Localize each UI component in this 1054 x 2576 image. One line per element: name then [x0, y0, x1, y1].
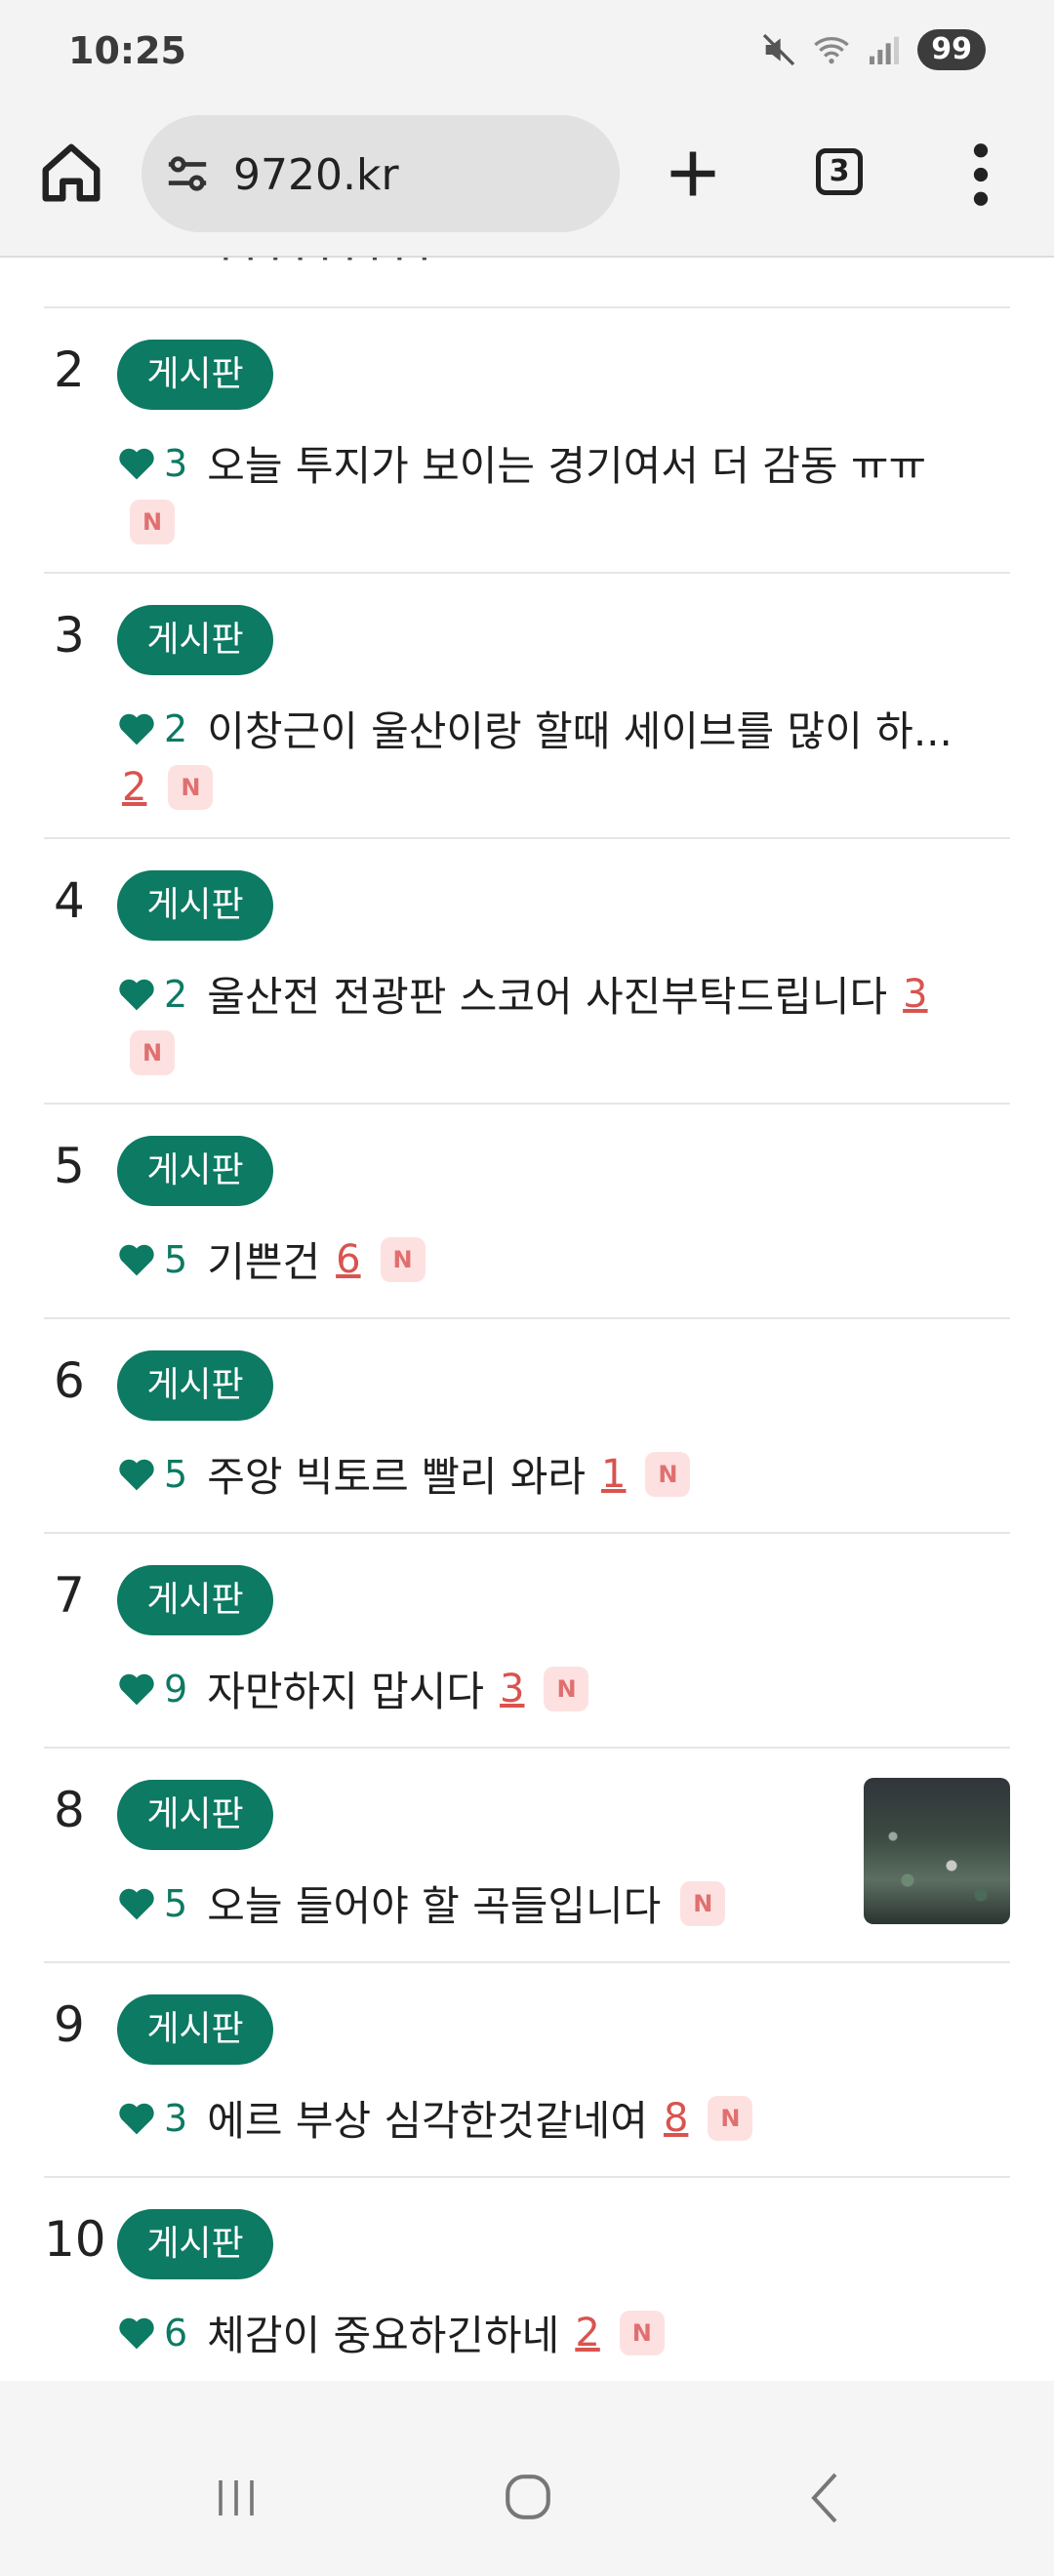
- category-badge[interactable]: 게시판: [117, 1136, 273, 1206]
- status-bar: 10:25 99: [0, 0, 1054, 109]
- category-badge[interactable]: 게시판: [117, 340, 273, 410]
- new-badge: N: [168, 765, 214, 810]
- post-title[interactable]: 에르 부상 심각한것같네여: [207, 2088, 648, 2148]
- list-item[interactable]: 9 게시판 3 에르 부상 심각한것같네여 8 N: [44, 1963, 1010, 2178]
- rank-number: 10: [44, 2211, 106, 2268]
- list-item[interactable]: 10 게시판 6 체감이 중요하긴하네 2 N: [44, 2178, 1010, 2393]
- list-item[interactable]: 6 게시판 5 주앙 빅토르 빨리 와라 1 N: [44, 1319, 1010, 1534]
- post-title[interactable]: 기쁜건: [207, 1229, 320, 1289]
- heart-icon: [119, 1459, 154, 1490]
- post-thumbnail[interactable]: [864, 1778, 1010, 1924]
- post-title[interactable]: 주앙 빅토르 빨리 와라: [207, 1444, 586, 1504]
- rank-number: 5: [54, 1138, 85, 1194]
- new-badge: N: [544, 1666, 589, 1711]
- heart-icon: [119, 713, 154, 745]
- more-menu-icon[interactable]: [966, 142, 995, 207]
- comment-count[interactable]: 6: [336, 1237, 360, 1282]
- new-badge: N: [130, 500, 175, 544]
- post-title[interactable]: 오늘 들어야 할 곡들입니다: [207, 1873, 661, 1933]
- rank-number: 2: [54, 342, 85, 398]
- like-count: 2: [164, 972, 188, 1016]
- list-item[interactable]: 5 게시판 5 기쁜건 6 N: [44, 1105, 1010, 1319]
- rank-number: 3: [54, 607, 85, 664]
- post-title[interactable]: 이창근이 울산이랑 할때 세이브를 많이 하...: [207, 699, 953, 758]
- tab-switcher-button[interactable]: 3: [816, 148, 863, 195]
- comment-count[interactable]: 8: [664, 2096, 688, 2141]
- like-count: 2: [164, 706, 188, 750]
- home-icon[interactable]: [37, 139, 105, 207]
- address-bar[interactable]: 9720.kr: [142, 115, 620, 232]
- heart-icon: [119, 2317, 154, 2349]
- system-nav-bar: [0, 2381, 1054, 2576]
- list-item[interactable]: 4 게시판 2 울산전 전광판 스코어 사진부탁드립니다 3 N: [44, 839, 1010, 1105]
- list-item[interactable]: 2 게시판 3 오늘 투지가 보이는 경기여서 더 감동 ㅠㅠ N: [44, 308, 1010, 574]
- new-badge: N: [380, 1236, 426, 1282]
- mute-icon: [763, 33, 795, 66]
- status-icons: 99: [759, 29, 986, 70]
- heart-icon: [119, 979, 154, 1010]
- recent-apps-icon[interactable]: [213, 2474, 260, 2522]
- new-badge: N: [680, 1880, 726, 1926]
- heart-icon: [119, 1888, 154, 1919]
- like-count: 3: [164, 441, 188, 485]
- home-nav-icon[interactable]: [504, 2471, 552, 2523]
- comment-count[interactable]: 1: [601, 1452, 626, 1497]
- post-title[interactable]: 울산전 전광판 스코어 사진부탁드립니다: [207, 964, 887, 1024]
- comment-count[interactable]: 2: [575, 2311, 599, 2355]
- post-title[interactable]: 오늘 투지가 보이는 경기여서 더 감동 ㅠㅠ: [207, 433, 926, 493]
- new-badge: N: [645, 1451, 691, 1497]
- category-badge[interactable]: 게시판: [117, 870, 273, 941]
- category-badge[interactable]: 게시판: [117, 2209, 273, 2279]
- post-title[interactable]: 자만하지 맙시다: [207, 1659, 484, 1718]
- heart-icon: [119, 2103, 154, 2134]
- post-title[interactable]: 체감이 중요하긴하네: [207, 2303, 559, 2362]
- heart-icon: [119, 1673, 154, 1705]
- wifi-icon: [814, 37, 850, 64]
- status-time: 10:25: [68, 29, 186, 72]
- comment-count[interactable]: 3: [903, 972, 927, 1017]
- list-item[interactable]: 7 게시판 9 자만하지 맙시다 3 N: [44, 1534, 1010, 1749]
- rank-number: 8: [54, 1782, 85, 1838]
- browser-toolbar: 9720.kr 3: [0, 109, 1054, 258]
- list-item[interactable]: 8 게시판 5 오늘 들어야 할 곡들입니다 N: [44, 1749, 1010, 1963]
- category-badge[interactable]: 게시판: [117, 1350, 273, 1421]
- back-icon[interactable]: [806, 2471, 841, 2525]
- new-badge: N: [619, 2310, 665, 2355]
- like-count: 5: [164, 1452, 188, 1496]
- list-item[interactable]: 3 게시판 2 이창근이 울산이랑 할때 세이브를 많이 하... 2 N: [44, 574, 1010, 839]
- like-count: 6: [164, 2311, 188, 2355]
- site-settings-icon[interactable]: [165, 154, 210, 193]
- category-badge[interactable]: 게시판: [117, 1565, 273, 1635]
- category-badge[interactable]: 게시판: [117, 1994, 273, 2065]
- new-badge: N: [130, 1030, 175, 1075]
- partial-list-item: · · · · · · · · ·: [44, 258, 1010, 308]
- heart-icon: [119, 448, 154, 479]
- comment-count[interactable]: 3: [500, 1667, 524, 1711]
- like-count: 9: [164, 1667, 188, 1711]
- signal-icon: [870, 36, 900, 64]
- url-text[interactable]: 9720.kr: [233, 150, 399, 200]
- comment-count[interactable]: 2: [122, 765, 146, 810]
- like-count: 5: [164, 1237, 188, 1281]
- category-badge[interactable]: 게시판: [117, 1780, 273, 1850]
- new-tab-icon[interactable]: [664, 144, 722, 203]
- new-badge: N: [708, 2095, 753, 2141]
- post-list: · · · · · · · · · 2 게시판 3 오늘 투지가 보이는 경기여…: [44, 258, 1010, 2393]
- like-count: 5: [164, 1881, 188, 1925]
- heart-icon: [119, 1244, 154, 1275]
- rank-number: 7: [54, 1567, 85, 1624]
- rank-number: 4: [54, 872, 85, 929]
- category-badge[interactable]: 게시판: [117, 605, 273, 675]
- rank-number: 9: [54, 1996, 85, 2053]
- rank-number: 6: [54, 1352, 85, 1409]
- like-count: 3: [164, 2096, 188, 2140]
- battery-indicator: 99: [917, 29, 986, 70]
